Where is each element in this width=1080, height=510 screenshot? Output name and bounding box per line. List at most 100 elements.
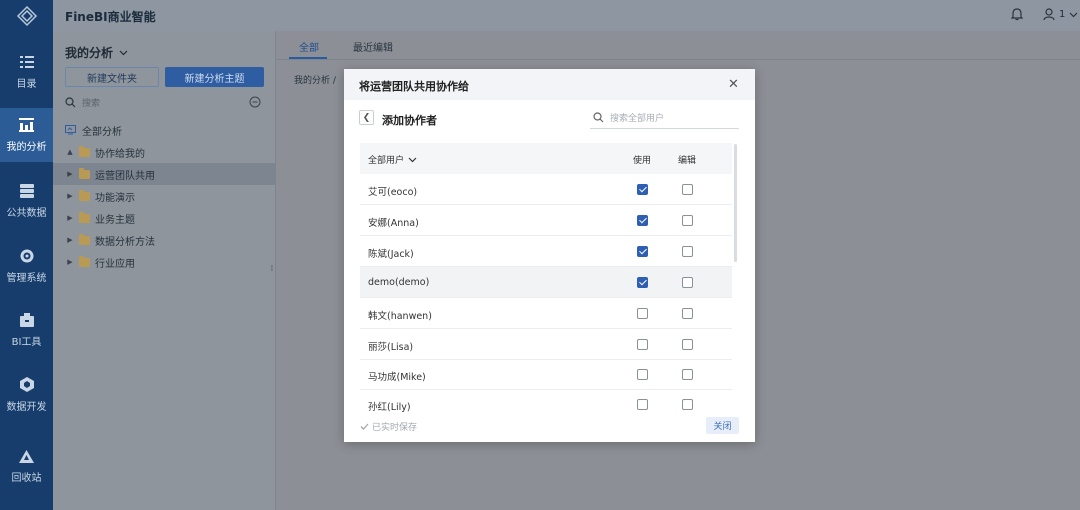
nav-label: BI工具 — [11, 336, 42, 348]
chevron-down-icon — [408, 157, 417, 162]
logo — [0, 0, 53, 31]
tree-item-all[interactable]: 全部分析 — [53, 119, 276, 141]
nav-label: 公共数据 — [6, 207, 47, 219]
gear-icon — [20, 249, 33, 262]
panel-search-placeholder: 搜索 — [82, 98, 101, 109]
fine-logo-icon — [16, 5, 37, 26]
user-name: demo(demo) — [368, 277, 430, 288]
tree-label: 运营团队共用 — [95, 170, 155, 182]
nav-item-management[interactable]: 管理系统 — [0, 241, 53, 291]
close-button[interactable]: 关闭 — [706, 417, 739, 434]
nav-label: 数据开发 — [6, 402, 47, 413]
edit-checkbox[interactable] — [682, 308, 693, 319]
app-window: 目录 我的分析 公共数据 管理系统 BI工具 数据开发 回收站 FineBI商业… — [0, 0, 1080, 510]
caret-down-icon[interactable]: ▲ — [65, 148, 75, 156]
search-icon — [65, 96, 76, 107]
user-name: 孙红(Lily) — [368, 402, 411, 413]
nav-label: 我的分析 — [6, 141, 47, 153]
use-checkbox[interactable] — [637, 246, 648, 257]
tree-label: 数据分析方法 — [95, 236, 155, 248]
folder-icon — [79, 233, 90, 245]
edit-checkbox[interactable] — [682, 277, 693, 288]
column-use: 使用 — [633, 156, 652, 166]
edit-checkbox[interactable] — [682, 399, 693, 410]
column-users: 全部用户 — [368, 156, 405, 166]
breadcrumb[interactable]: 我的分析 / — [294, 73, 336, 86]
caret-right-icon[interactable]: ▶ — [65, 170, 75, 178]
dialog-header: 将运营团队共用协作给 ✕ — [344, 69, 755, 100]
use-checkbox[interactable] — [637, 369, 648, 380]
nav-item-bi-tools[interactable]: BI工具 — [0, 305, 53, 355]
toolbox-icon — [19, 312, 34, 327]
table-row: 安娜(Anna) — [360, 205, 732, 236]
analysis-icon — [19, 117, 34, 132]
edit-checkbox[interactable] — [682, 246, 693, 257]
user-search-placeholder: 搜索全部用户 — [610, 114, 665, 124]
caret-right-icon[interactable]: ▶ — [65, 192, 75, 200]
analysis-root-icon — [65, 125, 76, 135]
tree-item-ops-team[interactable]: ▶ 运营团队共用 — [53, 163, 276, 185]
user-search-input[interactable]: 搜索全部用户 — [590, 107, 739, 129]
table-row: 丽莎(Lisa) — [360, 329, 732, 360]
nav-item-data-dev[interactable]: 数据开发 — [0, 370, 53, 420]
table-row: 艾可(eoco) — [360, 174, 732, 205]
caret-right-icon[interactable]: ▶ — [65, 258, 75, 266]
search-icon — [593, 112, 604, 123]
caret-right-icon[interactable]: ▶ — [65, 236, 75, 244]
use-checkbox[interactable] — [637, 308, 648, 319]
use-checkbox[interactable] — [637, 277, 648, 288]
tree-item-shared-with-me[interactable]: ▲ 协作给我的 — [53, 141, 276, 163]
chevron-down-icon — [1069, 12, 1078, 17]
tab-all[interactable]: 全部 — [299, 39, 319, 54]
notification-button[interactable] — [1010, 8, 1024, 24]
user-name: 马功成(Mike) — [368, 372, 426, 383]
nav-item-my-analysis[interactable]: 我的分析 — [0, 108, 53, 162]
close-icon[interactable]: ✕ — [728, 77, 739, 92]
folder-icon — [79, 167, 90, 179]
new-subject-button[interactable]: 新建分析主题 — [165, 67, 264, 87]
use-checkbox[interactable] — [637, 399, 648, 410]
use-checkbox[interactable] — [637, 184, 648, 195]
dialog-title: 将运营团队共用协作给 — [359, 80, 469, 93]
user-name: 丽莎(Lisa) — [368, 342, 414, 353]
nav-item-public-data[interactable]: 公共数据 — [0, 176, 53, 226]
use-checkbox[interactable] — [637, 339, 648, 350]
tree-item-demo[interactable]: ▶ 功能演示 — [53, 185, 276, 207]
tree-item-industry[interactable]: ▶ 行业应用 — [53, 251, 276, 273]
nav-label: 回收站 — [11, 473, 42, 484]
user-menu[interactable]: 1 — [1043, 8, 1078, 21]
nav-item-catalog[interactable]: 目录 — [0, 48, 53, 98]
user-name: 韩文(hanwen) — [368, 311, 432, 322]
user-icon — [1043, 8, 1055, 21]
tab-recent[interactable]: 最近编辑 — [353, 39, 393, 54]
edit-checkbox[interactable] — [682, 369, 693, 380]
user-name: 安娜(Anna) — [368, 218, 419, 229]
use-checkbox[interactable] — [637, 215, 648, 226]
database-icon — [19, 183, 34, 198]
nav-item-recycle-bin[interactable]: 回收站 — [0, 442, 53, 492]
folder-icon — [79, 145, 90, 157]
user-filter-dropdown[interactable]: 全部用户 — [368, 153, 417, 166]
new-folder-button[interactable]: 新建文件夹 — [65, 67, 159, 87]
tree-item-business[interactable]: ▶ 业务主题 — [53, 207, 276, 229]
resize-handle-icon[interactable]: ⁞⁞ — [270, 264, 273, 274]
edit-checkbox[interactable] — [682, 215, 693, 226]
folder-icon — [79, 189, 90, 201]
panel-title-text: 我的分析 — [65, 46, 114, 60]
folder-icon — [79, 255, 90, 267]
back-button[interactable]: ❮ — [359, 110, 374, 125]
panel-search-input[interactable]: 搜索 — [65, 93, 265, 111]
edit-checkbox[interactable] — [682, 339, 693, 350]
scrollbar[interactable] — [734, 144, 737, 262]
panel-title[interactable]: 我的分析 — [65, 44, 128, 61]
app-brand: FineBI商业智能 — [65, 10, 156, 24]
folder-icon — [79, 211, 90, 223]
caret-right-icon[interactable]: ▶ — [65, 214, 75, 222]
user-name: 陈斌(Jack) — [368, 249, 414, 260]
tree-item-methods[interactable]: ▶ 数据分析方法 — [53, 229, 276, 251]
bell-icon — [1010, 8, 1024, 21]
collapse-icon[interactable] — [249, 96, 261, 108]
edit-checkbox[interactable] — [682, 184, 693, 195]
tree-label: 业务主题 — [95, 214, 135, 226]
nav-label: 目录 — [16, 79, 37, 90]
